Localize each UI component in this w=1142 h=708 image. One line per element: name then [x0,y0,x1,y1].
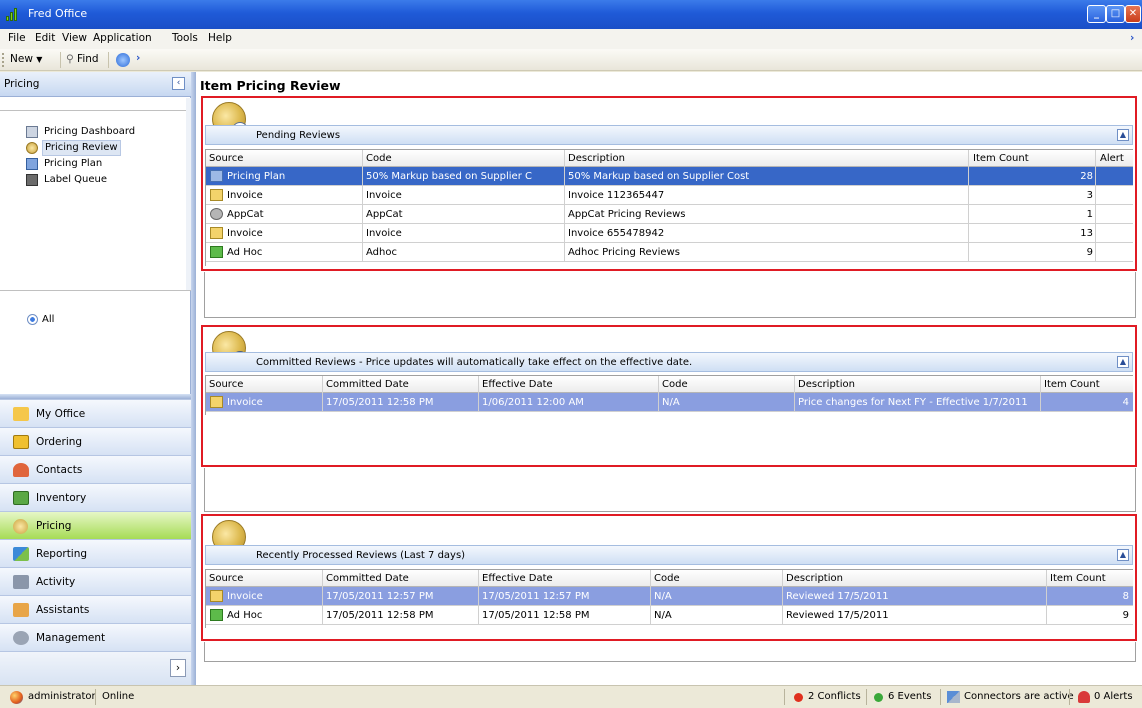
status-separator [95,689,96,705]
reporting-icon [13,547,29,561]
toolbar-separator [108,52,109,68]
close-button[interactable]: ✕ [1125,5,1141,23]
menu-edit[interactable]: Edit [35,32,55,44]
binoculars-icon: ⚲ [66,53,74,65]
coin-icon [13,519,28,534]
conflicts-icon [794,693,803,702]
committed-empty-area [204,468,1136,512]
nav-activity[interactable]: Activity [0,567,191,595]
navigation-pane: Pricing ‹ Pricing Dashboard Pricing Revi… [0,72,191,685]
nav-assistants[interactable]: Assistants [0,595,191,623]
toolbar: New ▼ ⚲ Find › [0,49,1142,71]
pending-empty-area [204,272,1136,318]
toolbar-grip[interactable] [2,53,5,67]
menu-file[interactable]: File [8,32,26,44]
status-alerts[interactable]: 0 Alerts [1094,691,1133,702]
expand-nav-icon[interactable]: › [170,659,186,677]
nav-inventory[interactable]: Inventory [0,483,191,511]
dashboard-icon [26,126,38,138]
toolbar-overflow-icon[interactable]: › [136,52,140,64]
nav-management[interactable]: Management [0,623,191,651]
menu-tools[interactable]: Tools [172,32,198,44]
menu-bar: File Edit View Application Tools Help › [0,29,1142,49]
find-button[interactable]: ⚲ Find [66,53,99,65]
status-bar: administrator Online 2 Conflicts 6 Event… [0,685,1142,708]
collapse-pane-icon[interactable]: ‹ [172,77,185,90]
coin-icon [26,142,38,154]
status-connectors[interactable]: Connectors are active [964,691,1074,702]
divider [0,110,191,111]
alerts-icon [1078,691,1090,703]
menu-view[interactable]: View [62,32,87,44]
printer-icon [26,174,38,186]
pane-title: Pricing [4,78,40,90]
status-user: administrator [28,691,96,702]
pending-reviews-highlight [201,96,1137,271]
nav-pricing[interactable]: Pricing [0,511,191,539]
status-separator [1069,689,1070,705]
office-icon [13,407,29,421]
processed-empty-area [204,642,1136,662]
assistants-icon [13,603,29,617]
menu-overflow-icon[interactable]: › [1130,32,1134,44]
divider [0,290,191,291]
app-logo-icon [6,8,20,21]
menu-application[interactable]: Application [93,32,152,44]
processed-reviews-highlight [201,514,1137,641]
user-icon [10,691,23,704]
all-radio-label: All [42,314,55,325]
inventory-icon [13,491,29,505]
new-button[interactable]: New ▼ [10,53,42,65]
committed-reviews-highlight [201,325,1137,467]
menu-help[interactable]: Help [208,32,232,44]
status-online: Online [102,691,135,702]
window-title: Fred Office [28,7,88,20]
document-icon [26,158,38,170]
all-radio-button[interactable] [27,314,38,325]
pane-header: Pricing ‹ [0,72,191,97]
help-icon[interactable] [116,53,130,67]
folder-icon [13,435,29,449]
status-separator [866,689,867,705]
chevron-down-icon: ▼ [36,55,43,64]
nav-my-office[interactable]: My Office [0,399,191,427]
new-label: New [10,53,33,65]
management-icon [13,631,29,645]
connectors-icon [947,691,960,703]
events-icon [874,693,883,702]
maximize-button[interactable]: □ [1106,5,1125,23]
nav-contacts[interactable]: Contacts [0,455,191,483]
status-events[interactable]: 6 Events [888,691,931,702]
minimize-button[interactable]: _ [1087,5,1106,23]
title-bar: Fred Office _ □ ✕ [0,0,1142,29]
contacts-icon [13,463,29,477]
activity-icon [13,575,29,589]
nav-reporting[interactable]: Reporting [0,539,191,567]
status-separator [784,689,785,705]
find-label: Find [77,53,99,65]
status-separator [940,689,941,705]
nav-ordering[interactable]: Ordering [0,427,191,455]
page-title: Item Pricing Review [200,78,341,93]
toolbar-separator [60,52,61,68]
nav-footer: › [0,651,191,685]
status-conflicts[interactable]: 2 Conflicts [808,691,861,702]
